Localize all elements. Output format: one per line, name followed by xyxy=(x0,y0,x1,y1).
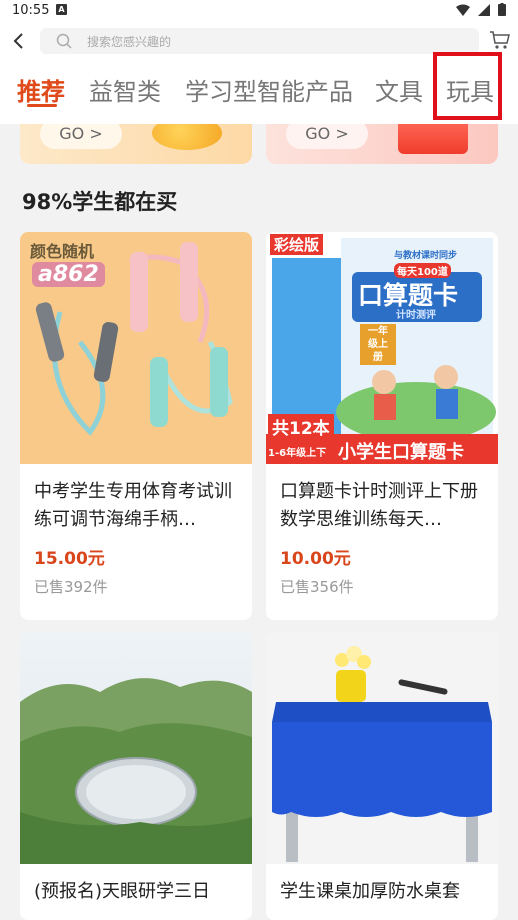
product-image-desk-cover[interactable] xyxy=(266,632,498,864)
image-label-curriculum-sync: 与教材课时同步 xyxy=(394,251,458,261)
image-label-timed-test: 计时测评 xyxy=(396,310,436,321)
toys-tab-highlight xyxy=(433,52,502,120)
image-label-grade: 一年级上册 xyxy=(360,324,396,365)
image-label-model: a862 xyxy=(32,262,105,287)
gift-image xyxy=(398,124,468,154)
notification-icon: A xyxy=(56,4,67,15)
product-name: 口算题卡计时测评上下册数学思维训练每天… xyxy=(280,481,478,530)
product-sold-count: 已售392件 xyxy=(34,578,108,596)
search-placeholder: 搜索您感兴趣的 xyxy=(87,35,172,49)
product-sold-count: 已售356件 xyxy=(280,578,354,596)
image-label-edition: 彩绘版 xyxy=(270,234,324,255)
tab-learning-smart-products[interactable]: 学习型智能产品 xyxy=(185,72,353,107)
product-card[interactable]: 彩绘版 与教材课时同步 每天100道 口算题卡 计时测评 一年级上册 共12本 … xyxy=(266,232,498,620)
tab-recommend[interactable]: 推荐 xyxy=(17,72,65,107)
active-tab-indicator xyxy=(27,104,57,107)
product-card[interactable]: (预报名)天眼研学三日 xyxy=(20,632,252,920)
tab-stationery[interactable]: 文具 xyxy=(375,72,423,107)
status-icons xyxy=(456,3,506,16)
product-name: 中考学生专用体育考试训练可调节海绵手柄… xyxy=(34,481,232,530)
product-card[interactable]: 颜色随机 a862 中考学生专用体育考试训练可调节海绵手柄… 15.00元 已售… xyxy=(20,232,252,620)
image-label-subtitle: 小学生口算题卡 xyxy=(338,442,464,463)
go-button[interactable]: GO > xyxy=(286,124,368,149)
back-icon[interactable] xyxy=(8,28,30,54)
cart-icon[interactable] xyxy=(489,29,511,51)
product-image-telescope[interactable] xyxy=(20,632,252,864)
product-price: 10.00元 xyxy=(280,549,351,569)
promo-card-left[interactable]: GO > xyxy=(20,124,252,164)
signal-icon xyxy=(478,3,490,16)
wifi-icon xyxy=(456,4,470,16)
status-bar: 10:55 A xyxy=(0,0,518,22)
promo-card-right[interactable]: GO > xyxy=(266,124,498,164)
product-price: 15.00元 xyxy=(34,549,105,569)
product-card[interactable]: 学生课桌加厚防水桌套 xyxy=(266,632,498,920)
tab-puzzle[interactable]: 益智类 xyxy=(89,72,161,107)
section-title: 98%学生都在买 xyxy=(22,190,178,214)
image-label-random-color: 颜色随机 xyxy=(30,242,95,261)
status-time: 10:55 xyxy=(12,3,50,18)
search-icon xyxy=(56,33,72,49)
search-input[interactable]: 搜索您感兴趣的 xyxy=(40,28,479,54)
image-label-12-books: 共12本 xyxy=(268,414,334,439)
product-name: (预报名)天眼研学三日 xyxy=(34,881,211,902)
product-name: 学生课桌加厚防水桌套 xyxy=(280,881,460,902)
coins-image xyxy=(152,124,222,150)
image-label-grade-range: 1-6年级上下 xyxy=(268,444,327,459)
go-button[interactable]: GO > xyxy=(40,124,122,149)
battery-icon xyxy=(498,3,506,16)
